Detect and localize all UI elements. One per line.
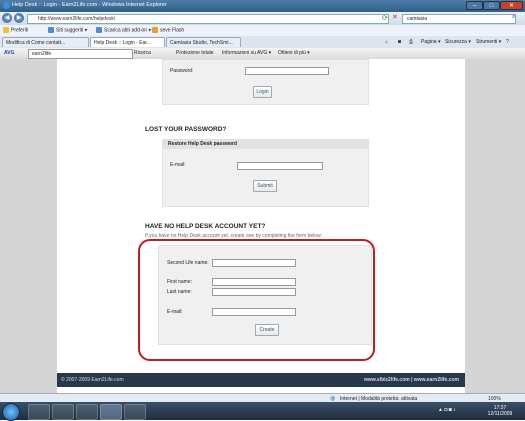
taskbar-ie-icon[interactable] [28,404,50,420]
globe-icon: ◍ [330,396,336,402]
login-panel: Password: Login [162,59,369,105]
restore-email-field[interactable] [237,162,323,170]
taskbar-explorer-icon[interactable] [52,404,74,420]
login-button[interactable]: Login [253,86,272,98]
password-label: Password: [170,68,194,74]
site-icon [96,27,102,33]
highlight-annotation [138,239,375,361]
help-icon[interactable]: ? [506,39,509,45]
close-button[interactable]: ✕ [500,1,523,10]
tab-modifica[interactable]: Modifica di Come contatt... [2,37,89,47]
refresh-icon[interactable]: ⟳ [382,14,388,22]
clock-date: 12/11/2009 [487,411,513,417]
tray-icons[interactable]: ▲ ◘ ◙ ♪ [438,407,456,413]
tab-camtasia[interactable]: Camtasia Studio, TechSmi... [166,37,241,47]
tab-help-desk[interactable]: Help Desk :: Login - Ear... [90,37,165,47]
password-field[interactable] [245,67,329,75]
page-menu[interactable]: Pagina ▾ [421,39,440,45]
start-button[interactable] [2,403,20,421]
search-icon[interactable]: ⌕ [512,14,515,21]
footer-copyright: © 2007-2009 Earn2Life.com [61,377,124,383]
avg-search-button[interactable]: Ricerca [134,50,151,56]
lost-password-heading: LOST YOUR PASSWORD? [145,126,227,133]
favorite-link-suggested-sites[interactable]: Siti suggeriti ▾ [48,27,87,33]
window-title-bar: Help Desk :: Login - Earn2Life.com - Win… [0,0,525,12]
forward-button[interactable]: ▶ [14,13,24,23]
address-toolbar: ◀ ▶ http://www.earn2life.com/helpdesk/ ⟳… [0,12,525,26]
page-footer: © 2007-2009 Earn2Life.com www.slbiz2life… [57,373,465,387]
restore-password-title: Restore Help Desk password [163,140,368,149]
footer-links[interactable]: www.slbiz2life.com | www.earn2life.com [364,377,459,383]
favorite-link-seve-flash[interactable]: seve Flash [152,27,184,33]
taskbar-media-icon[interactable] [76,404,98,420]
minimize-button[interactable]: – [466,1,483,10]
favorites-button[interactable]: Preferiti [3,27,28,33]
clock[interactable]: 17:37 12/11/2009 [485,405,515,417]
maximize-button[interactable]: □ [483,1,500,10]
windows-taskbar: ▲ ◘ ◙ ♪ 17:37 12/11/2009 [0,402,525,421]
avg-search-input[interactable]: earn2life [28,49,133,59]
restore-password-panel: Restore Help Desk password E-mail: Submi… [162,139,369,207]
taskbar-camtasia-icon[interactable] [124,404,146,420]
address-input[interactable]: http://www.earn2life.com/helpdesk/ [27,14,389,24]
avg-protection-button[interactable]: Protezione totale [176,50,214,56]
search-input[interactable]: camtasia [402,14,516,24]
restore-email-label: E-mail: [170,162,186,168]
site-icon [152,27,158,33]
window-title: Help Desk :: Login - Earn2Life.com - Win… [12,2,167,8]
star-icon [3,27,9,33]
submit-button[interactable]: Submit [253,180,277,192]
ie-logo-icon [3,2,10,9]
site-icon [48,27,54,33]
back-button[interactable]: ◀ [2,13,12,23]
avg-info-menu[interactable]: Informazioni su AVG ▾ [222,50,271,56]
safety-menu[interactable]: Sicurezza ▾ [445,39,471,45]
avg-more-menu[interactable]: Ottieni di più ▾ [278,50,310,56]
avg-logo: AVG [4,50,15,56]
taskbar-ie-active-icon[interactable] [100,404,122,420]
favorite-link-addons[interactable]: Scarica altri add-on ▾ [96,27,151,33]
tools-menu[interactable]: Strumenti ▾ [476,39,501,45]
stop-icon[interactable]: ✕ [392,13,398,21]
register-heading: HAVE NO HELP DESK ACCOUNT YET? [145,223,266,230]
print-icon[interactable]: ⎙ [409,39,413,45]
home-icon[interactable]: ⌂ [385,39,388,45]
feeds-icon[interactable]: ◙ [398,39,401,45]
